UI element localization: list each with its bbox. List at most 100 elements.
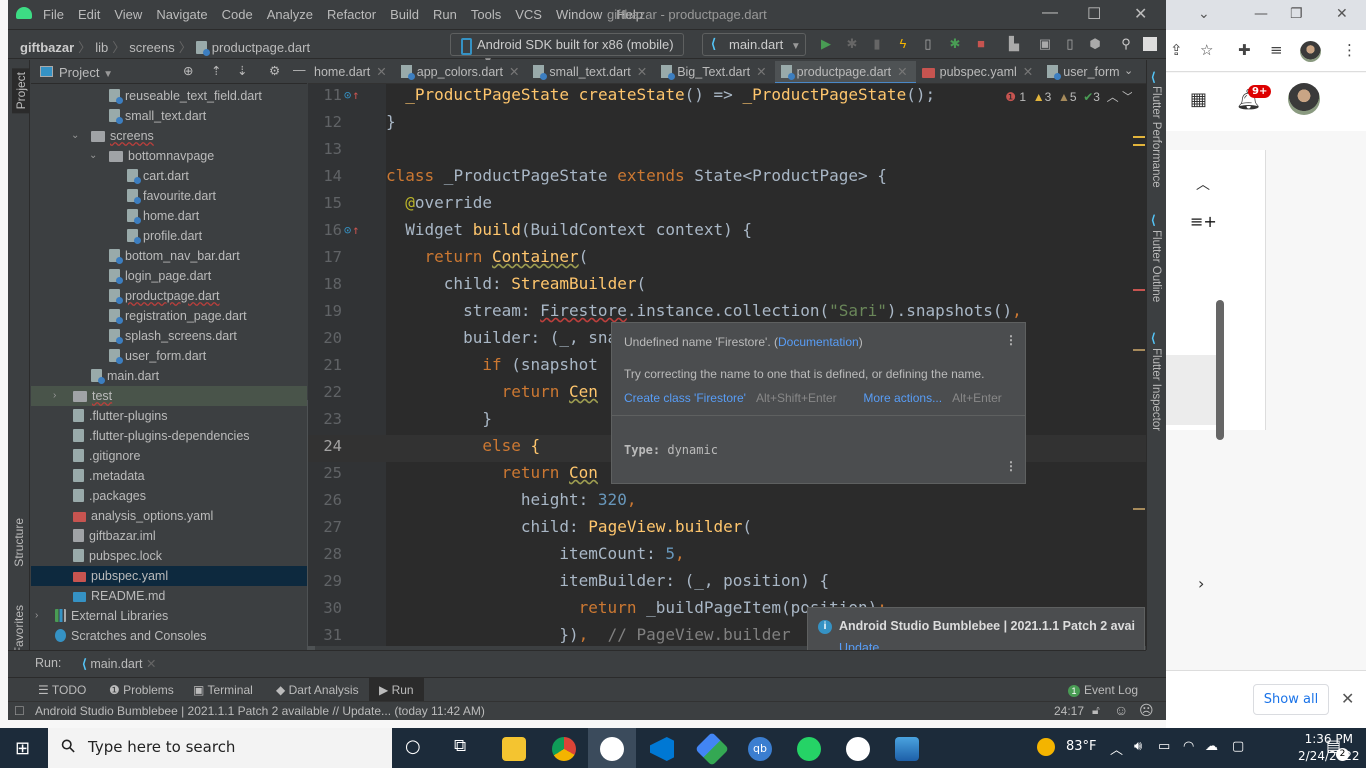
status-message[interactable]: Android Studio Bumblebee | 2021.1.1 Patc…	[35, 704, 485, 718]
tree-item[interactable]: bottom_nav_bar.dart	[31, 246, 307, 266]
close-tab-icon[interactable]: ✕	[756, 65, 766, 79]
override-marker-icon[interactable]: ⊙	[344, 84, 359, 106]
tree-item[interactable]: .packages	[31, 486, 307, 506]
account-icon[interactable]	[1143, 37, 1157, 51]
editor-tab[interactable]: small_text.dart ✕	[527, 60, 655, 83]
code-line[interactable]: 28 itemCount: 5,	[308, 543, 1146, 570]
device-selector[interactable]: Android SDK built for x86 (mobile) ▼	[450, 33, 684, 67]
project-tool-tab[interactable]: Project	[12, 68, 30, 114]
project-structure-icon[interactable]: ▙	[1007, 37, 1021, 51]
hot-restart-icon[interactable]: ▯	[921, 37, 935, 51]
menu-view[interactable]: View	[114, 7, 142, 22]
tree-item[interactable]: .flutter-plugins-dependencies	[31, 426, 307, 446]
chevron-down-icon[interactable]: ⌄	[89, 146, 97, 166]
menu-run[interactable]: Run	[433, 7, 457, 22]
qbittorrent-icon[interactable]: qb	[748, 737, 772, 761]
tree-item[interactable]: registration_page.dart	[31, 306, 307, 326]
windows-start-icon[interactable]: ⊞	[15, 738, 30, 759]
wifi-icon[interactable]: ◠	[1183, 739, 1194, 754]
add-playlist-icon[interactable]: ≡+	[1190, 212, 1217, 231]
device-manager-icon[interactable]: ▯	[1063, 37, 1077, 51]
debug-icon[interactable]: ✱	[845, 37, 859, 51]
vscode-icon[interactable]	[650, 737, 674, 761]
taskbar-search[interactable]: Type here to search	[48, 728, 392, 768]
menu-edit[interactable]: Edit	[78, 7, 100, 22]
volume-icon[interactable]: 🔊︎	[1134, 739, 1142, 754]
code-line[interactable]: 15 @override	[308, 192, 1146, 219]
editor-tab[interactable]: app_colors.dart ✕	[395, 60, 528, 83]
flutter-outline-tab[interactable]: Flutter Outline	[1150, 230, 1162, 302]
scrollbar[interactable]	[1216, 300, 1224, 440]
run-tab-main-dart[interactable]: ⟨ main.dart ✕	[82, 656, 156, 671]
close-icon[interactable]: ✕	[1134, 4, 1147, 24]
more-options-icon[interactable]: ⋮	[1005, 459, 1017, 473]
tree-item[interactable]: › test	[31, 386, 307, 406]
tree-item[interactable]: .flutter-plugins	[31, 406, 307, 426]
run-icon[interactable]: ▶	[819, 37, 833, 51]
menu-tools[interactable]: Tools	[471, 7, 501, 22]
tree-item[interactable]: reuseable_text_field.dart	[31, 86, 307, 106]
chrome-icon[interactable]	[552, 737, 576, 761]
tree-item[interactable]: login_page.dart	[31, 266, 307, 286]
tree-item[interactable]: splash_screens.dart	[31, 326, 307, 346]
close-tab-icon[interactable]: ✕	[1023, 65, 1033, 79]
menu-build[interactable]: Build	[390, 7, 419, 22]
create-class-action[interactable]: Create class 'Firestore'	[624, 391, 746, 405]
terminal-tab[interactable]: ▣ Terminal	[193, 683, 253, 697]
locate-icon[interactable]: ⊕	[183, 63, 193, 78]
show-hidden-icons[interactable]: ︿	[1110, 739, 1123, 758]
app-icon[interactable]	[846, 737, 870, 761]
lock-icon[interactable]: 🔓︎	[1092, 703, 1100, 718]
breadcrumb-file[interactable]: productpage.dart	[212, 40, 310, 55]
hot-reload-icon[interactable]: ϟ	[896, 37, 910, 51]
tree-item[interactable]: .gitignore	[31, 446, 307, 466]
user-avatar[interactable]	[1288, 83, 1320, 115]
override-marker-icon[interactable]: ⊙	[344, 219, 359, 241]
project-view-dropdown[interactable]: Project ▼	[59, 65, 113, 80]
extensions-icon[interactable]: ✚	[1238, 41, 1251, 59]
chevron-right-icon[interactable]: ›	[1198, 574, 1204, 593]
tree-item[interactable]: › External Libraries	[31, 606, 307, 626]
more-options-icon[interactable]: ⋮	[1005, 333, 1017, 347]
star-icon[interactable]: ☆	[1200, 41, 1213, 59]
smile-feedback-icon[interactable]: ☺	[1114, 702, 1128, 718]
show-all-button[interactable]: Show all	[1253, 684, 1329, 715]
media-icon[interactable]: ≡	[1270, 41, 1283, 59]
more-actions-link[interactable]: More actions...	[863, 391, 942, 405]
meet-now-icon[interactable]: ▢	[1232, 739, 1244, 754]
tree-item[interactable]: pubspec.lock	[31, 546, 307, 566]
minimize-icon[interactable]: —	[1254, 6, 1268, 22]
run-config-selector[interactable]: ⟨ main.dart ▼	[702, 33, 806, 56]
battery-icon[interactable]: ▭	[1158, 739, 1170, 754]
dart-analysis-tab[interactable]: ◆ Dart Analysis	[276, 683, 359, 697]
tree-item[interactable]: Scratches and Consoles	[31, 626, 307, 646]
close-download-bar-icon[interactable]: ✕	[1341, 689, 1354, 708]
file-explorer-icon[interactable]	[502, 737, 526, 761]
tabs-overflow-chevron-icon[interactable]: ⌄	[1124, 64, 1133, 77]
tree-item[interactable]: productpage.dart	[31, 286, 307, 306]
editor-tab[interactable]: user_form	[1041, 60, 1127, 83]
tree-item[interactable]: analysis_options.yaml	[31, 506, 307, 526]
close-tab-icon[interactable]: ✕	[146, 657, 156, 671]
code-line[interactable]: 16⊙ Widget build(BuildContext context) {	[308, 219, 1146, 246]
problems-tab[interactable]: ❶ Problems	[109, 683, 174, 697]
android-studio-icon[interactable]	[600, 737, 624, 761]
menu-vcs[interactable]: VCS	[515, 7, 542, 22]
menu-code[interactable]: Code	[222, 7, 253, 22]
code-line[interactable]: 12}	[308, 111, 1146, 138]
editor-tab[interactable]: home.dart ✕	[308, 60, 395, 83]
structure-tool-tab[interactable]: Structure	[12, 518, 26, 567]
terminal-icon[interactable]: ▣	[1038, 37, 1052, 51]
toggle-tool-windows-icon[interactable]: ☐	[14, 704, 25, 718]
attach-debugger-icon[interactable]: ✱	[948, 37, 962, 51]
chevron-right-icon[interactable]: ›	[53, 386, 56, 406]
tree-item[interactable]: user_form.dart	[31, 346, 307, 366]
gear-icon[interactable]: ⚙	[269, 63, 280, 78]
frown-feedback-icon[interactable]: ☹	[1139, 702, 1154, 719]
code-line[interactable]: 29 itemBuilder: (_, position) {	[308, 570, 1146, 597]
editor-tab[interactable]: pubspec.yaml ✕	[916, 60, 1042, 83]
tree-item[interactable]: profile.dart	[31, 226, 307, 246]
search-icon[interactable]: ⚲	[1119, 37, 1133, 51]
tree-item[interactable]: README.md	[31, 586, 307, 606]
close-tab-icon[interactable]: ✕	[376, 65, 386, 79]
